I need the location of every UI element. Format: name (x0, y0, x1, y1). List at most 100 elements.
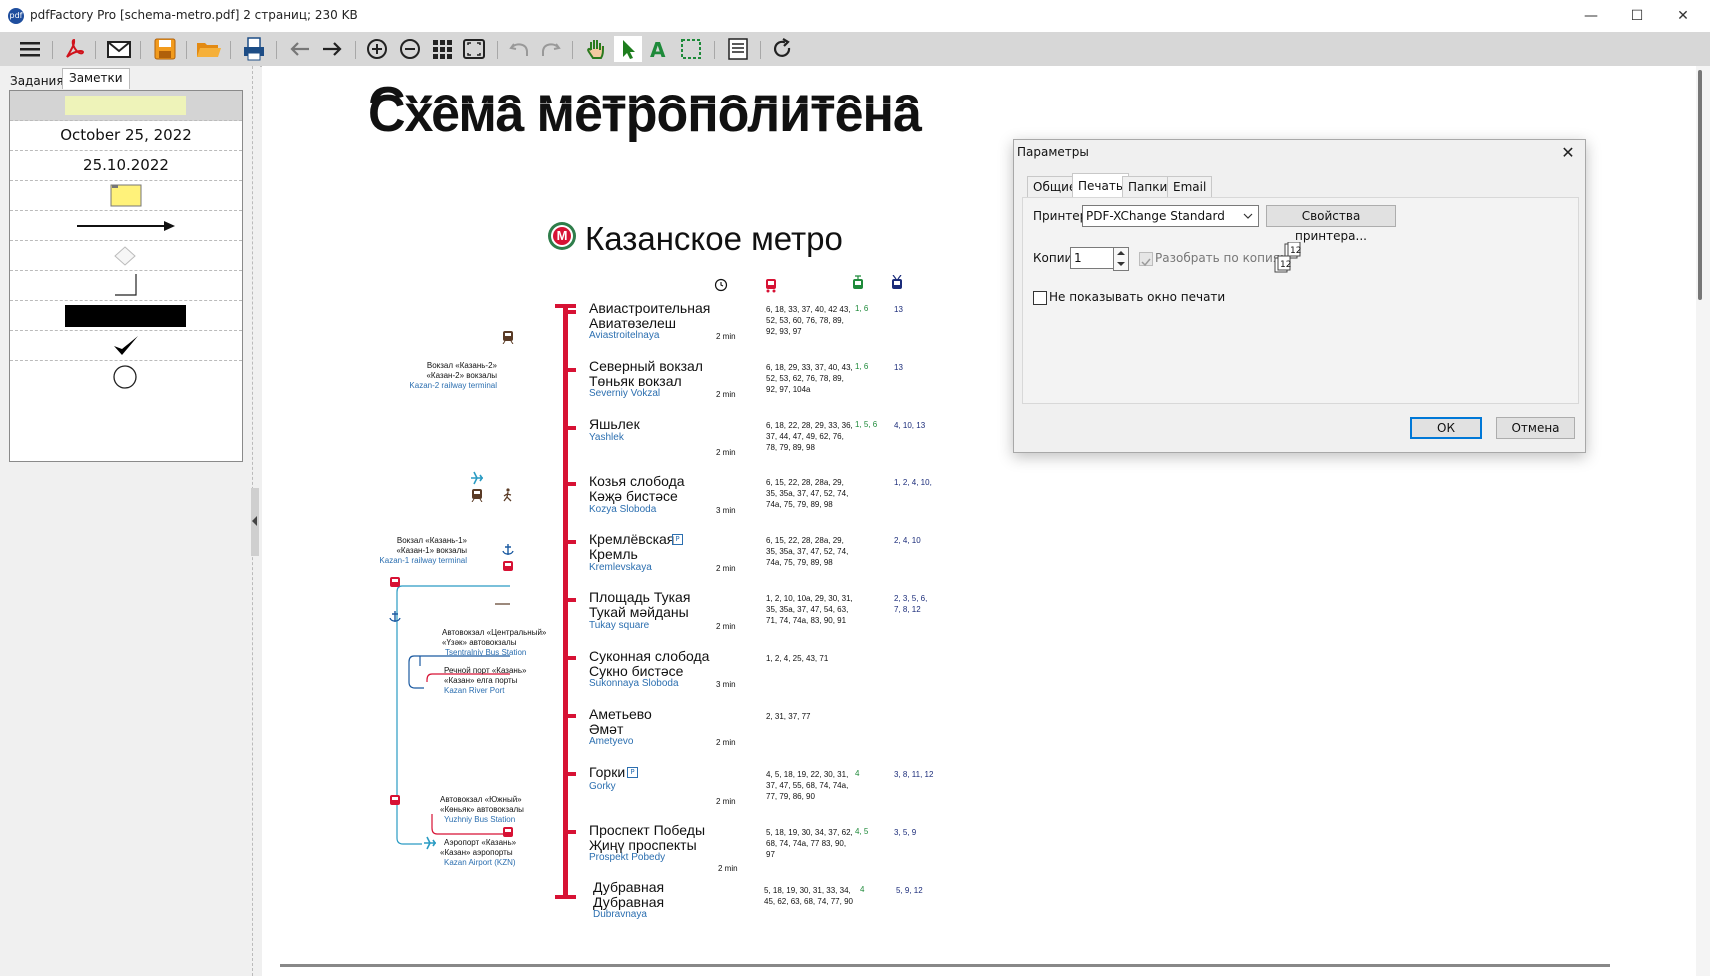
page-title: Схема метрополитена (368, 85, 922, 143)
zoom-in-icon[interactable] (363, 36, 391, 62)
stamp-date-long[interactable]: October 25, 2022 (10, 121, 242, 151)
undo-icon[interactable] (506, 36, 534, 62)
connection-central-bus-lat: Tsentralniy Bus Station (445, 648, 527, 657)
station-bus: 6, 18, 29, 33, 37, 40, 43, 52, 53, 62, 7… (766, 363, 853, 394)
connection-south-bus-title: Автовокзал «Южный» (440, 795, 522, 804)
station-name-ru: Горки (589, 764, 626, 780)
copies-stepper[interactable] (1113, 247, 1129, 271)
station-trolleybus: 13 (894, 305, 903, 314)
vertical-scroll-thumb[interactable] (1698, 70, 1702, 300)
diamond-icon (114, 246, 136, 266)
thumbnails-icon[interactable] (428, 36, 456, 62)
station-tram: 4 (860, 885, 865, 894)
hand-tool-icon[interactable] (582, 36, 610, 62)
station-name-ru: Кремлёвская (589, 531, 675, 547)
open-folder-icon[interactable] (194, 36, 222, 62)
close-button[interactable]: ✕ (1660, 0, 1706, 32)
ok-button[interactable]: ОК (1410, 417, 1482, 439)
circle-icon (113, 365, 137, 389)
stamp-date-short[interactable]: 25.10.2022 (10, 151, 242, 181)
station-name-lat: Tukay square (589, 620, 650, 631)
refresh-icon[interactable] (768, 36, 796, 62)
save-icon[interactable] (151, 36, 179, 62)
anchor-icon (389, 611, 401, 622)
maximize-button[interactable]: ☐ (1614, 0, 1660, 32)
stamp-corner[interactable] (10, 271, 242, 301)
station-bus: 6, 18, 22, 28, 29, 33, 36, 37, 44, 47, 4… (766, 421, 853, 452)
stamp-list: October 25, 2022 25.10.2022 (9, 90, 243, 462)
menu-icon[interactable] (16, 36, 44, 62)
printer-properties-button[interactable]: Свойства принтера... (1266, 205, 1396, 243)
corner-line-icon (115, 274, 137, 296)
stamp-circle[interactable] (10, 361, 242, 390)
toolbar-separator (95, 41, 96, 59)
collapse-arrow-icon (252, 516, 257, 526)
parking-icon: P (672, 534, 683, 545)
station-trolleybus: 4, 10, 13 (894, 421, 926, 430)
print-icon[interactable] (240, 36, 268, 62)
copies-input[interactable]: 1 (1070, 247, 1119, 269)
area-select-icon[interactable] (677, 36, 705, 62)
splitter-grip[interactable] (251, 488, 259, 556)
tab-notes[interactable]: Заметки (62, 68, 130, 89)
zoom-out-icon[interactable] (396, 36, 424, 62)
fit-page-icon[interactable] (460, 36, 488, 62)
tab-tasks[interactable]: Задания (4, 72, 70, 90)
printer-select[interactable]: PDF-XChange Standard (1082, 205, 1259, 227)
station-bus: 4, 5, 18, 19, 22, 30, 31, 37, 47, 55, 68… (766, 770, 849, 801)
down-arrow-icon[interactable] (1117, 261, 1125, 267)
stamp-black-rect[interactable] (10, 301, 242, 331)
redo-icon[interactable] (536, 36, 564, 62)
parking-icon: P (627, 767, 638, 778)
metro-name: Казанское метро (585, 220, 843, 257)
stamp-diamond[interactable] (10, 241, 242, 271)
check-icon (1141, 258, 1151, 267)
tab-print[interactable]: Печать (1072, 173, 1129, 198)
text-tool-icon[interactable]: A (645, 36, 673, 62)
station-name-lat: Dubravnaya (593, 909, 647, 920)
station-name-lat: Severniy Vokzal (589, 388, 661, 399)
station-name-tt: Дубравная (593, 894, 665, 910)
station-name-tt: Кәҗә бистәсе (589, 488, 678, 504)
station-name-tt: Әмәт (589, 721, 624, 737)
toolbar: A (0, 32, 1710, 67)
up-arrow-icon[interactable] (1117, 250, 1125, 256)
station-name-ru: Аметьево (589, 706, 652, 722)
stamp-checkmark[interactable] (10, 331, 242, 361)
station-trolleybus: 2, 3, 5, 6, 7, 8, 12 (894, 594, 928, 614)
notes-icon[interactable] (724, 36, 752, 62)
stamp-sticky-note[interactable] (10, 181, 242, 211)
station-time: 2 min (718, 864, 738, 873)
tab-folders[interactable]: Папки (1122, 176, 1174, 198)
select-arrow-icon[interactable] (614, 36, 642, 62)
connection-airport-subtitle: «Казан» аэропорты (440, 848, 513, 857)
collate-checkbox[interactable] (1139, 252, 1153, 267)
station-bus: 2, 31, 37, 77 (766, 712, 811, 721)
airplane-icon (424, 836, 436, 850)
minimize-button[interactable]: — (1568, 0, 1614, 32)
cancel-button[interactable]: Отмена (1496, 417, 1575, 439)
tab-email[interactable]: Email (1167, 176, 1213, 198)
dialog-close-button[interactable]: ✕ (1556, 141, 1580, 165)
station-time: 2 min (716, 738, 736, 747)
forward-arrow-icon[interactable] (318, 36, 346, 62)
station-tram: 1, 6 (855, 304, 869, 313)
station-tram: 4 (855, 769, 860, 778)
stamp-highlight[interactable] (10, 91, 242, 121)
no-print-window-checkbox[interactable] (1033, 291, 1047, 305)
station-name-ru: Проспект Победы (589, 822, 706, 838)
connection-airport-lat: Kazan Airport (KZN) (444, 858, 516, 867)
station-tram: 4, 5 (855, 827, 869, 836)
bus-icon (503, 561, 513, 571)
black-rectangle-icon (65, 305, 186, 327)
svg-text:12: 12 (1290, 246, 1301, 256)
email-icon[interactable] (105, 36, 133, 62)
pdf-icon[interactable] (60, 36, 88, 62)
connection-airport-title: Аэропорт «Казань» (444, 838, 517, 847)
stamp-arrow[interactable] (10, 211, 242, 241)
back-arrow-icon[interactable] (286, 36, 314, 62)
bus-icon (390, 795, 400, 805)
station-tram: 1, 6 (855, 362, 869, 371)
station-trolleybus: 1, 2, 4, 10, (894, 478, 932, 487)
horizontal-scroll-thumb[interactable] (280, 964, 1610, 967)
